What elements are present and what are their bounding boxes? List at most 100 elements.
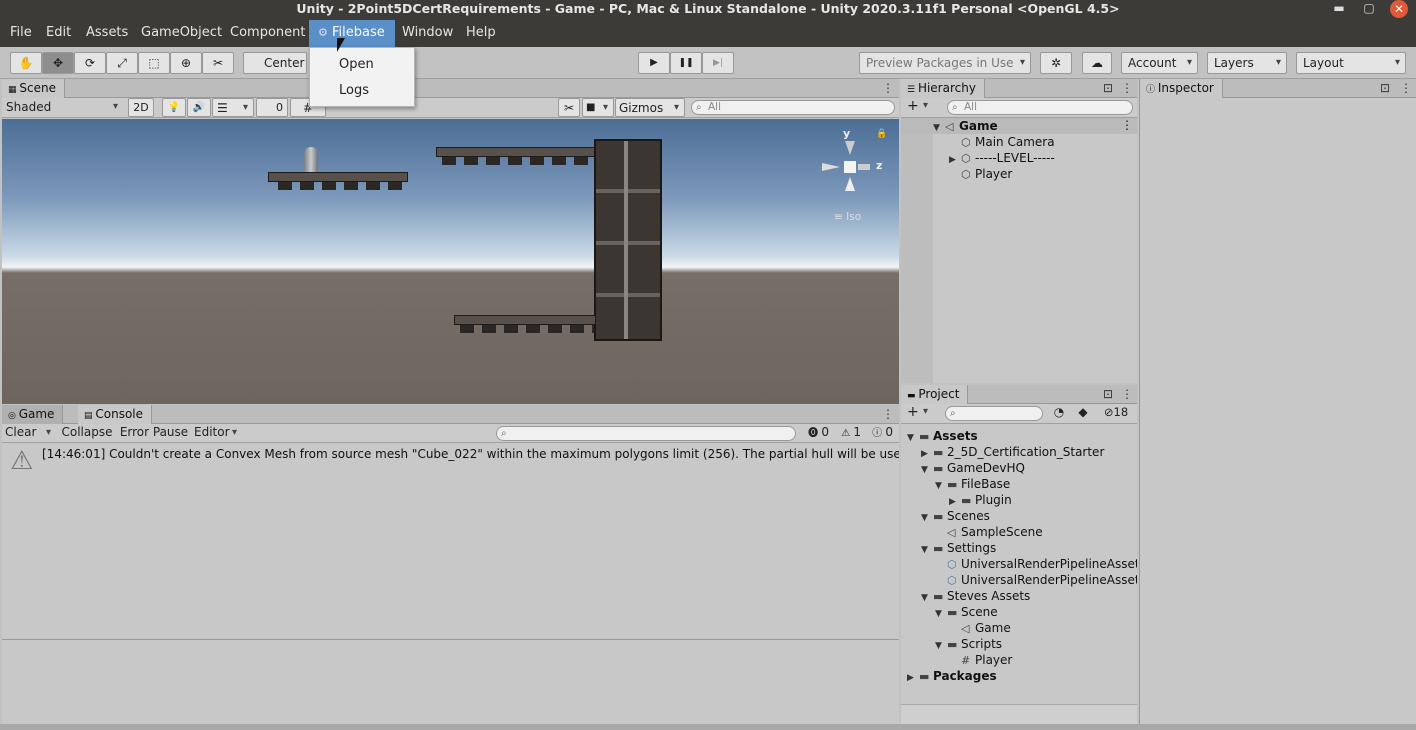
minimize-button[interactable]: ▬ [1328,0,1350,18]
scene-search-input[interactable]: ⌕ All [691,100,895,115]
expand-arrow-icon[interactable]: ▼ [921,590,933,606]
expand-arrow-icon[interactable]: ▼ [935,638,947,654]
layout-dropdown[interactable]: Layout [1296,52,1406,74]
platform-bottom[interactable] [454,315,596,325]
menu-item-open[interactable]: Open [339,57,374,72]
menu-filebase[interactable]: ⚙ Filebase [309,20,395,47]
hierarchy-item-main-camera[interactable]: ⬡ Main Camera [961,134,1055,151]
menu-item-logs[interactable]: Logs [339,83,369,98]
console-entry[interactable]: ⚠ [14:46:01] Couldn't create a Convex Me… [2,443,899,483]
hierarchy-scene-row[interactable]: ▼ ◁ Game ⋮ [901,118,1137,134]
player-capsule[interactable] [304,147,318,173]
hierarchy-search-input[interactable]: ⌕ All [947,100,1133,115]
platform-top[interactable] [436,147,596,157]
effects-dropdown-icon[interactable]: ☰ [212,98,254,117]
lock-icon[interactable]: 🔒 [876,129,887,139]
expand-arrow-icon[interactable]: ▼ [921,542,933,558]
expand-arrow-icon[interactable]: ▼ [907,430,919,446]
lock-icon[interactable]: ⊡ [1103,385,1113,403]
layers-dropdown[interactable]: Layers [1207,52,1287,74]
expand-arrow-icon[interactable]: ▶ [949,152,961,168]
step-button[interactable]: ▶| [702,52,734,74]
project-search-input[interactable]: ⌕ [945,406,1043,421]
collapse-arrow-icon[interactable]: ▶ [907,670,919,686]
play-button[interactable]: ▶ [638,52,670,74]
collapse-toggle[interactable]: Collapse [58,424,116,442]
tools-icon[interactable]: ✂ [558,98,580,117]
tab-game[interactable]: ◎ Game [2,405,64,424]
tab-project[interactable]: ▬ Project [901,385,969,404]
pivot-center-toggle[interactable]: Center [243,52,307,74]
project-tree-item[interactable]: # Player [949,652,1012,669]
search-by-type-icon[interactable]: ◔ [1049,404,1069,422]
lock-icon[interactable]: ⊡ [1380,79,1390,97]
project-kebab-menu[interactable]: ⋮ [1121,385,1133,403]
menu-gameobject[interactable]: GameObject [135,20,228,47]
hand-tool-icon[interactable]: ✋ [10,52,42,74]
preview-packages-dropdown[interactable]: Preview Packages in Use [859,52,1031,74]
project-tree-item[interactable]: ⬡ UniversalRenderPipelineAsset [935,556,1137,573]
error-count-toggle[interactable]: ⓿ 0 [802,424,832,442]
expand-arrow-icon[interactable]: ▼ [921,510,933,526]
camera-dropdown-icon[interactable]: ■ [582,98,614,117]
cloud-icon[interactable]: ☁ [1082,52,1112,74]
expand-arrow-icon[interactable]: ▼ [935,606,947,622]
hidden-objects-count[interactable]: 0 [256,98,288,117]
hidden-packages-toggle[interactable]: ⊘18 [1097,404,1135,422]
project-add-button[interactable]: + [905,404,933,422]
menu-component[interactable]: Component [224,20,311,47]
editor-dropdown[interactable]: Editor [192,424,242,442]
menu-assets[interactable]: Assets [80,20,134,47]
transform-tool-icon[interactable]: ⊕ [170,52,202,74]
orientation-gizmo[interactable]: y z 🔒 ≡ Iso [818,127,888,223]
rect-tool-icon[interactable]: ⬚ [138,52,170,74]
scale-tool-icon[interactable]: ⤢ [106,52,138,74]
scene-kebab-menu[interactable]: ⋮ [882,79,894,97]
warning-count-toggle[interactable]: ⚠ 1 [834,424,864,442]
menu-window[interactable]: Window [396,20,459,47]
hierarchy-item-player[interactable]: ⬡ Player [961,166,1012,183]
shading-mode-dropdown[interactable]: Shaded [2,98,123,117]
error-pause-toggle[interactable]: Error Pause [118,424,190,442]
tab-inspector[interactable]: ⓘ Inspector [1140,79,1223,98]
hierarchy-kebab-menu[interactable]: ⋮ [1121,79,1133,97]
maximize-button[interactable]: ▢ [1358,0,1380,18]
info-count-toggle[interactable]: ⓘ 0 [866,424,896,442]
elevator-tower[interactable] [594,139,662,341]
account-dropdown[interactable]: Account [1121,52,1198,74]
project-tree-item[interactable]: ◁ SampleScene [935,524,1043,541]
2d-toggle[interactable]: 2D [128,98,154,117]
project-tree-item[interactable]: ◁ Game [949,620,1011,637]
lighting-toggle-icon[interactable]: 💡 [162,98,186,117]
pause-button[interactable]: ❚❚ [670,52,702,74]
inspector-kebab-menu[interactable]: ⋮ [1400,79,1412,97]
platform-left[interactable] [268,172,408,182]
tab-console[interactable]: ▤ Console [78,405,153,424]
search-by-label-icon[interactable]: ◆ [1073,404,1093,422]
project-tree-item[interactable]: ▶ ▬ Packages [907,668,997,686]
hierarchy-add-button[interactable]: + [905,98,933,116]
settings-icon[interactable]: ✲ [1040,52,1072,74]
audio-toggle-icon[interactable]: 🔊 [187,98,211,117]
expand-arrow-icon[interactable]: ▼ [921,462,933,478]
gizmos-dropdown[interactable]: Gizmos [615,98,685,117]
console-kebab-menu[interactable]: ⋮ [882,405,894,423]
projection-iso-label[interactable]: ≡ Iso [834,211,861,223]
tab-hierarchy[interactable]: ☰ Hierarchy [901,79,985,98]
menu-help[interactable]: Help [460,20,502,47]
scene-viewport[interactable]: y z 🔒 ≡ Iso [2,119,899,404]
console-search-input[interactable]: ⌕ [496,426,796,441]
console-detail-divider[interactable] [2,639,899,640]
expand-arrow-icon[interactable]: ▼ [933,120,945,136]
clear-button[interactable]: Clear [2,424,56,442]
lock-icon[interactable]: ⊡ [1103,79,1113,97]
scene-kebab-menu[interactable]: ⋮ [1121,118,1133,133]
close-button[interactable]: ✕ [1390,0,1408,18]
menu-edit[interactable]: Edit [40,20,77,47]
tab-scene[interactable]: ▦ Scene [2,79,65,98]
project-tree-item[interactable]: ⬡ UniversalRenderPipelineAsset_ [935,572,1137,589]
expand-arrow-icon[interactable]: ▼ [935,478,947,494]
rotate-tool-icon[interactable]: ⟳ [74,52,106,74]
custom-tool-icon[interactable]: ✂ [202,52,234,74]
menu-file[interactable]: File [4,20,38,47]
